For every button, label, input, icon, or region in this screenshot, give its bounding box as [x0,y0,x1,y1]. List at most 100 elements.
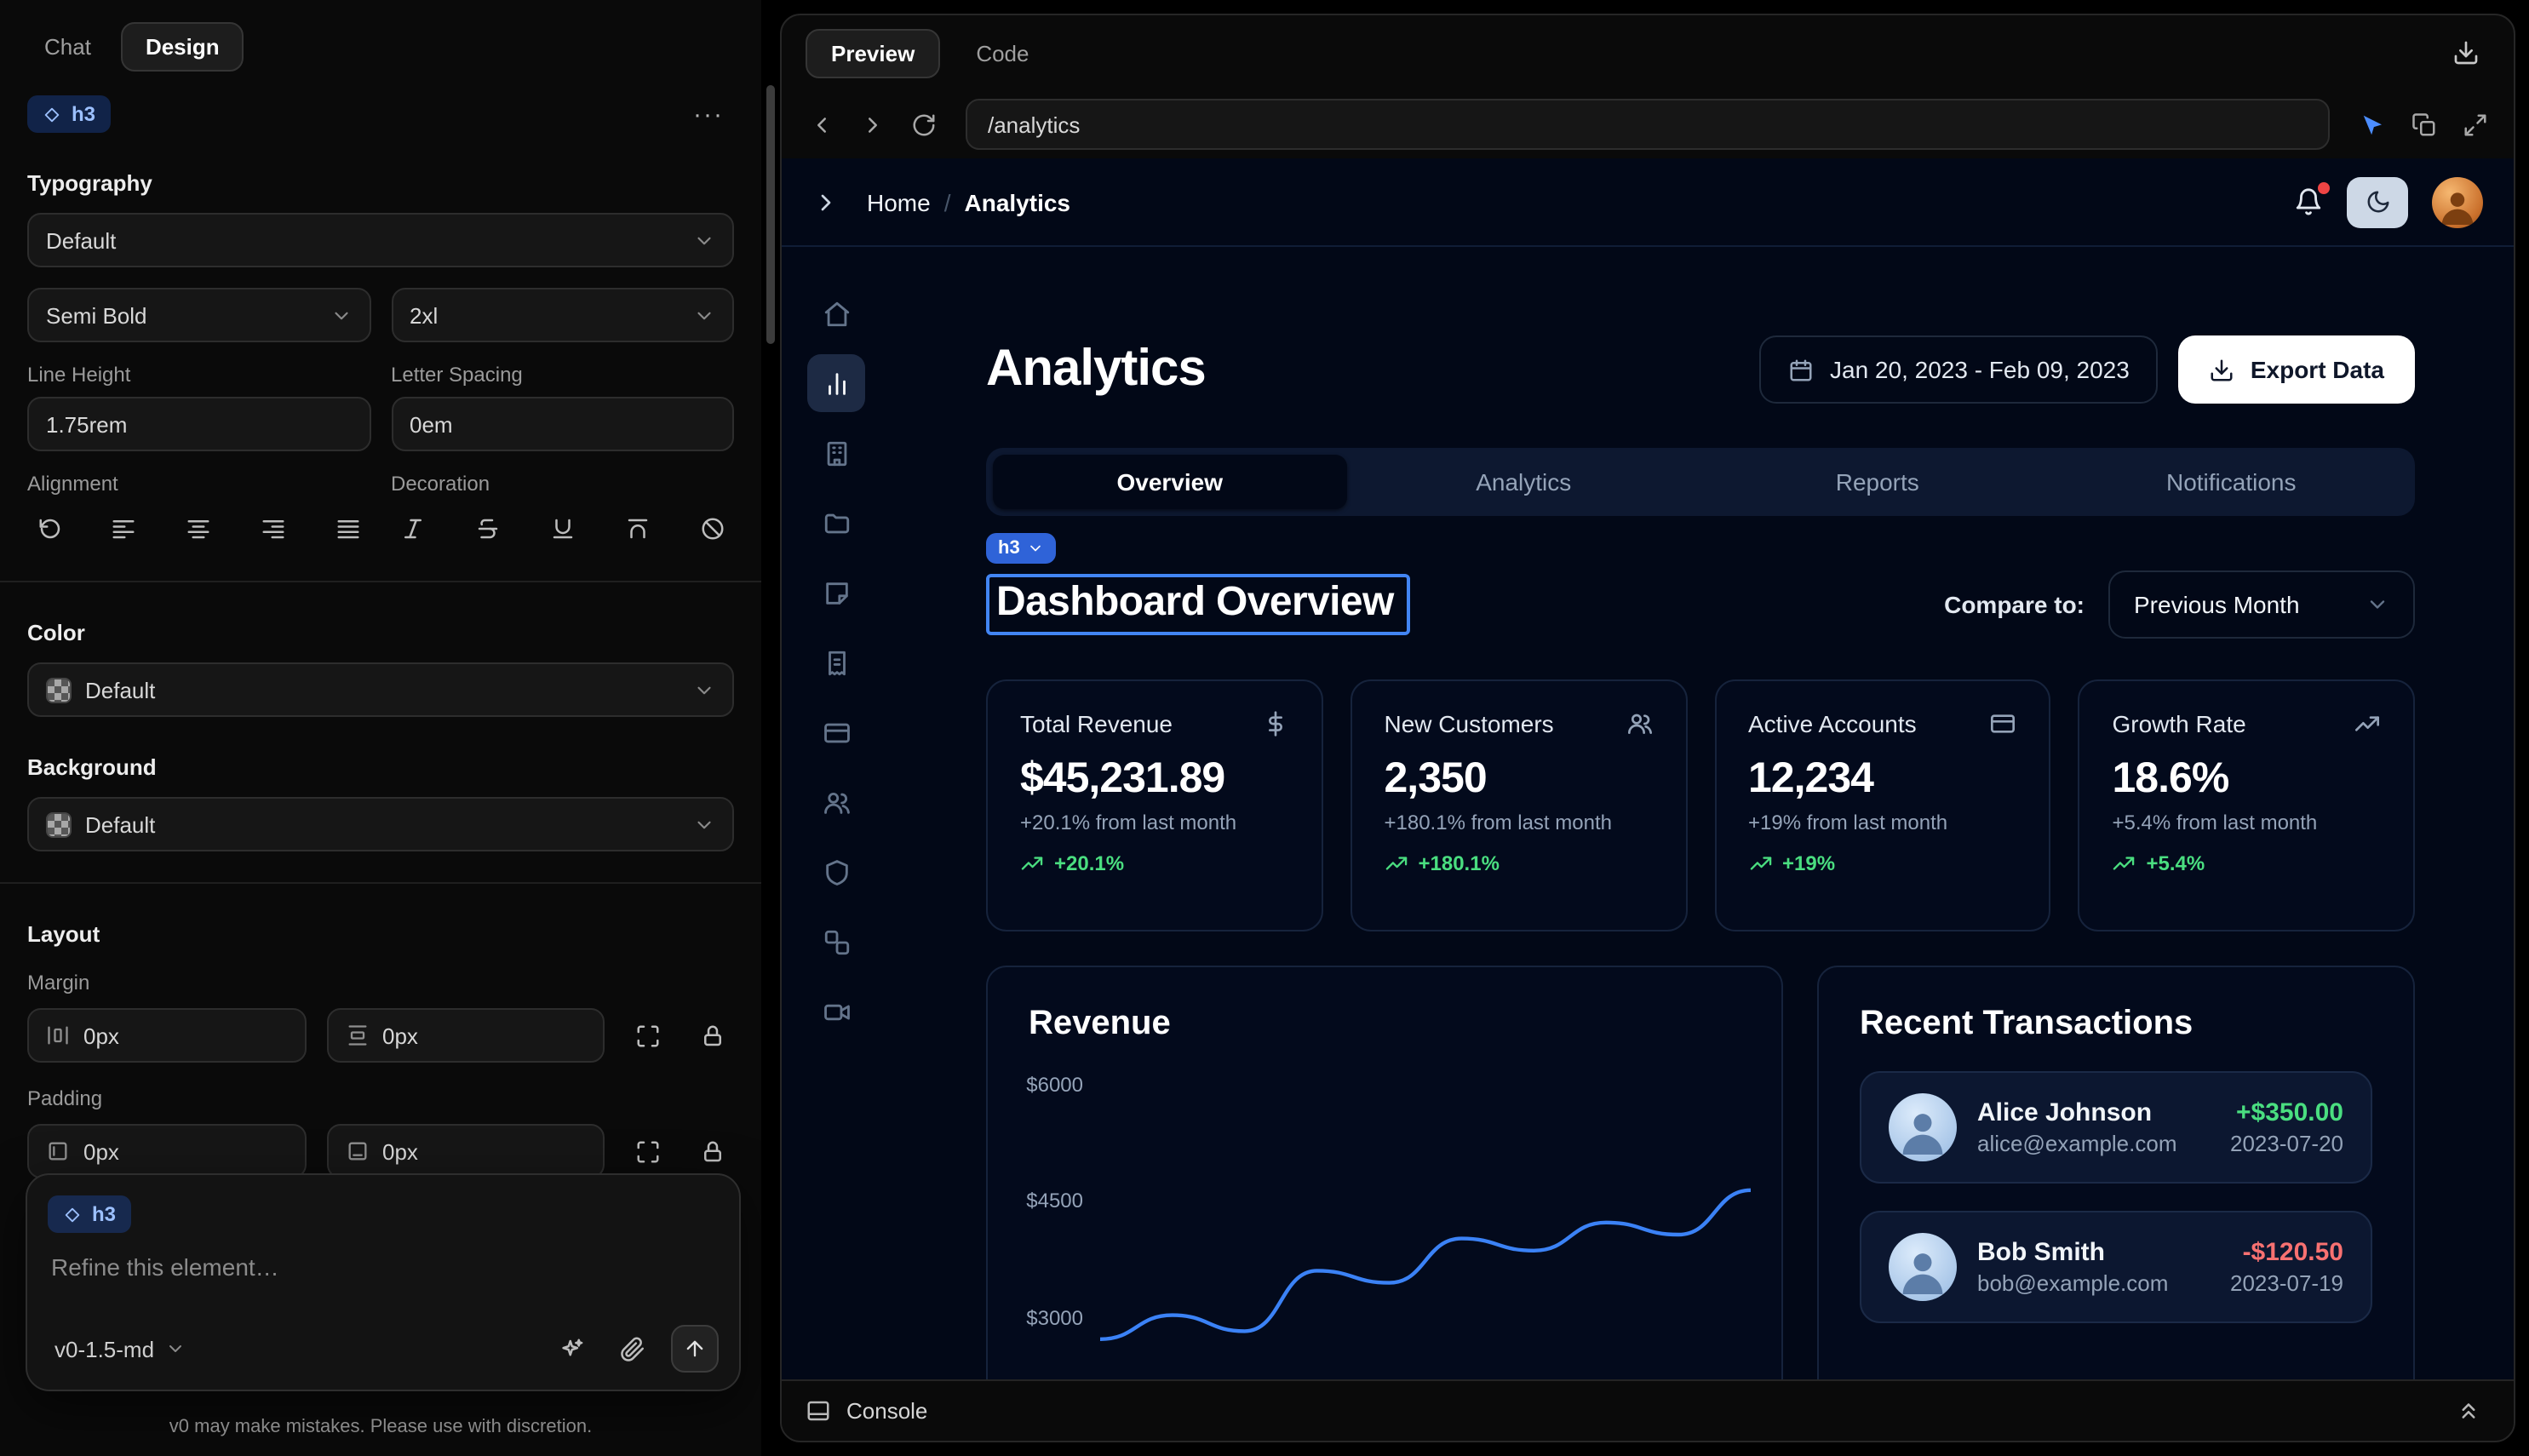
revenue-chart-title: Revenue [1029,1005,1740,1044]
stat-card-new-customers: New Customers 2,350 +180.1% from last mo… [1351,679,1688,931]
tab-chat[interactable]: Chat [20,22,115,72]
strikethrough-button[interactable] [466,506,510,550]
letter-spacing-input[interactable]: 0em [391,397,734,451]
ban-icon [699,515,725,541]
refine-composer: h3 Refine this element… v0-1.5-md [26,1173,741,1391]
tab-overview[interactable]: Overview [993,455,1347,509]
export-data-button[interactable]: Export Data [2179,335,2415,404]
padding-x-input[interactable]: 0px [27,1124,306,1178]
chevron-down-icon [164,1338,185,1359]
divider [0,882,761,884]
underline-button[interactable] [541,506,585,550]
sidebar-video-icon[interactable] [807,983,865,1040]
margin-x-input[interactable]: 0px [27,1008,306,1063]
expand-padding-button[interactable] [625,1129,669,1173]
decoration-label: Decoration [391,472,734,496]
notifications-button[interactable] [2294,187,2323,216]
download-button[interactable] [2442,29,2490,77]
sidebar-integrations-icon[interactable] [807,913,865,971]
forward-button[interactable] [850,102,894,146]
send-button[interactable] [671,1325,719,1373]
tab-analytics[interactable]: Analytics [1347,455,1701,509]
sidebar-analytics-icon[interactable] [807,354,865,412]
transaction-row: Alice Johnson alice@example.com +$350.00… [1860,1071,2372,1184]
align-left-icon [112,515,137,541]
model-select[interactable]: v0-1.5-md [48,1333,192,1365]
italic-button[interactable] [391,506,435,550]
refresh-icon [910,112,936,137]
date-range-picker[interactable]: Jan 20, 2023 - Feb 09, 2023 [1758,335,2159,404]
sidebar-projects-icon[interactable] [807,494,865,552]
sidebar-home-icon[interactable] [807,284,865,342]
breadcrumb-home-link[interactable]: Home [867,188,931,215]
back-button[interactable] [799,102,843,146]
font-size-select[interactable]: 2xl [391,288,734,342]
chevron-down-icon [1027,540,1044,557]
sidebar-organization-icon[interactable] [807,424,865,482]
inspected-element-chip[interactable]: h3 [986,533,1056,564]
more-options-button[interactable]: ··· [683,96,734,132]
selected-element-chip[interactable]: h3 [27,95,111,133]
reset-alignment-button[interactable] [27,506,72,550]
sidebar-cards-icon[interactable] [807,703,865,761]
page-title: Analytics [986,341,1206,398]
tab-code[interactable]: Code [950,28,1054,77]
fullscreen-button[interactable] [2452,102,2497,146]
console-bar[interactable]: Console [782,1379,2514,1441]
align-center-icon [186,515,212,541]
preview-viewport: Home / Analytics [782,158,2514,1379]
sidebar-security-icon[interactable] [807,843,865,901]
person-icon [1899,1247,1947,1294]
section-title-selected[interactable]: Dashboard Overview [986,574,1411,635]
duplicate-button[interactable] [2401,102,2446,146]
expand-console-button[interactable] [2446,1389,2490,1433]
expand-margin-button[interactable] [625,1013,669,1058]
credit-card-icon [1990,710,2017,737]
chevron-down-icon [693,679,715,701]
dollar-icon [1262,710,1289,737]
font-family-select[interactable]: Default [27,213,734,267]
chevron-down-icon [693,304,715,326]
inspect-button[interactable] [2350,102,2394,146]
align-left-button[interactable] [102,506,146,550]
compare-select[interactable]: Previous Month [2108,570,2415,639]
refine-input[interactable]: Refine this element… [48,1253,719,1281]
clear-decoration-button[interactable] [690,506,734,550]
url-bar[interactable]: /analytics [966,99,2330,150]
scrollbar-thumb[interactable] [766,85,775,344]
align-justify-button[interactable] [326,506,370,550]
enhance-prompt-button[interactable] [548,1327,593,1371]
align-right-button[interactable] [251,506,295,550]
sidebar-notes-icon[interactable] [807,564,865,622]
margin-y-input[interactable]: 0px [326,1008,605,1063]
compare-label: Compare to: [1944,591,2085,618]
theme-toggle-button[interactable] [2347,176,2408,227]
refresh-button[interactable] [901,102,945,146]
color-select[interactable]: Default [27,662,734,717]
tab-reports[interactable]: Reports [1700,455,2055,509]
person-icon [2439,186,2476,224]
panel-tabs: Chat Design [0,0,761,75]
overline-button[interactable] [615,506,659,550]
user-avatar[interactable] [2432,176,2483,227]
background-select[interactable]: Default [27,797,734,851]
font-weight-select[interactable]: Semi Bold [27,288,370,342]
padding-y-input[interactable]: 0px [326,1124,605,1178]
composer-element-chip[interactable]: h3 [48,1195,131,1233]
sidebar-toggle-button[interactable] [812,188,840,215]
avatar [1889,1233,1957,1301]
attach-file-button[interactable] [610,1327,654,1371]
trending-up-icon [2354,710,2381,737]
lock-padding-button[interactable] [690,1129,734,1173]
sidebar-billing-icon[interactable] [807,633,865,691]
tab-design[interactable]: Design [122,22,244,72]
sidebar-users-icon[interactable] [807,773,865,831]
tab-notifications[interactable]: Notifications [2055,455,2409,509]
transaction-amount: +$350.00 [2230,1098,2343,1127]
lock-margin-button[interactable] [690,1013,734,1058]
stat-card-total-revenue: Total Revenue $45,231.89 +20.1% from las… [986,679,1323,931]
tab-preview[interactable]: Preview [806,28,940,77]
line-height-input[interactable]: 1.75rem [27,397,370,451]
align-center-button[interactable] [177,506,221,550]
chevron-left-icon [808,112,834,137]
